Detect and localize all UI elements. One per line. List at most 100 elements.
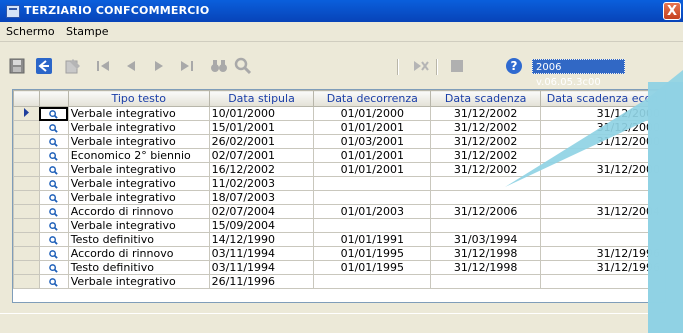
close-button[interactable]: X <box>663 2 681 20</box>
cell-data-stipula[interactable]: 15/01/2001 <box>208 120 315 135</box>
row-detail-button[interactable] <box>38 176 69 191</box>
cell-data-stipula[interactable]: 03/11/1994 <box>208 260 315 275</box>
row-detail-button[interactable] <box>38 260 69 275</box>
cell-data-decorrenza[interactable]: 01/01/1991 <box>313 232 432 247</box>
cell-data-stipula[interactable]: 15/09/2004 <box>208 218 315 233</box>
column-header-data-scadenza[interactable]: Data scadenza <box>430 90 542 107</box>
row-detail-button[interactable] <box>38 190 69 205</box>
cell-tipo-testo[interactable]: Accordo di rinnovo <box>67 204 210 219</box>
cell-data-scadenza-econ[interactable]: 31/12/2000 <box>540 120 665 135</box>
cell-data-stipula[interactable]: 14/12/1990 <box>208 232 315 247</box>
cell-data-scadenza-econ[interactable] <box>540 190 665 205</box>
table-row[interactable]: Verbale integrativo 16/12/2002 01/01/2001 3… <box>13 162 665 177</box>
row-indicator[interactable] <box>13 218 40 233</box>
cell-data-scadenza[interactable] <box>430 176 542 191</box>
cell-data-scadenza[interactable]: 31/12/2002 <box>430 162 542 177</box>
table-row[interactable]: Verbale integrativo 11/02/2003 <box>13 176 665 191</box>
table-row[interactable]: Verbale integrativo 10/01/2000 01/01/2000 3… <box>13 106 665 121</box>
cell-data-decorrenza[interactable]: 01/01/1995 <box>313 246 432 261</box>
cell-data-scadenza-econ[interactable]: 31/12/2000 <box>540 162 665 177</box>
cell-data-scadenza[interactable] <box>430 218 542 233</box>
stop-icon[interactable] <box>448 57 466 75</box>
column-header-data-stipula[interactable]: Data stipula <box>208 90 315 107</box>
cell-data-scadenza-econ[interactable] <box>540 176 665 191</box>
back-icon[interactable] <box>35 57 53 75</box>
table-row[interactable]: Verbale integrativo 15/01/2001 01/01/2001 3… <box>13 120 665 135</box>
binoculars-icon[interactable] <box>210 57 228 75</box>
cell-data-stipula[interactable]: 18/07/2003 <box>208 190 315 205</box>
cell-data-stipula[interactable]: 02/07/2001 <box>208 148 315 163</box>
cell-data-scadenza-econ[interactable]: 31/12/2004 <box>540 204 665 219</box>
next-record-icon[interactable] <box>150 57 168 75</box>
row-detail-button[interactable] <box>38 204 69 219</box>
cell-data-scadenza-econ[interactable]: 31/12/2000 <box>540 106 665 121</box>
cell-data-scadenza[interactable]: 31/12/2002 <box>430 106 542 121</box>
row-indicator[interactable] <box>13 134 40 149</box>
first-record-icon[interactable] <box>94 57 112 75</box>
cell-data-scadenza-econ[interactable] <box>540 148 665 163</box>
cell-tipo-testo[interactable]: Economico 2° biennio <box>67 148 210 163</box>
table-row[interactable]: Accordo di rinnovo 02/07/2004 01/01/2003 31… <box>13 204 665 219</box>
cell-data-scadenza[interactable]: 31/12/2002 <box>430 134 542 149</box>
cell-data-scadenza-econ[interactable] <box>540 218 665 233</box>
row-detail-button[interactable] <box>38 274 69 289</box>
row-indicator[interactable] <box>13 232 40 247</box>
cell-data-decorrenza[interactable] <box>313 176 432 191</box>
menu-item-stampe[interactable]: Stampe <box>66 25 109 38</box>
cell-data-stipula[interactable]: 26/11/1996 <box>208 274 315 289</box>
cell-data-scadenza[interactable]: 31/12/1998 <box>430 246 542 261</box>
table-row[interactable]: Testo definitivo 03/11/1994 01/01/1995 31/1… <box>13 260 665 275</box>
search-icon[interactable] <box>234 57 252 75</box>
cell-data-scadenza-econ[interactable] <box>540 232 665 247</box>
cell-data-scadenza[interactable]: 31/12/2006 <box>430 204 542 219</box>
previous-record-icon[interactable] <box>122 57 140 75</box>
row-indicator[interactable] <box>13 246 40 261</box>
cell-data-decorrenza[interactable]: 01/01/2001 <box>313 148 432 163</box>
table-row[interactable]: Verbale integrativo 26/11/1996 <box>13 274 665 289</box>
save-icon[interactable] <box>8 57 26 75</box>
row-detail-button[interactable] <box>38 148 69 163</box>
row-indicator[interactable] <box>13 190 40 205</box>
row-indicator[interactable] <box>13 120 40 135</box>
cell-tipo-testo[interactable]: Verbale integrativo <box>67 106 210 121</box>
row-indicator[interactable] <box>13 148 40 163</box>
cell-data-stipula[interactable]: 11/02/2003 <box>208 176 315 191</box>
column-header-tipo-testo[interactable]: Tipo testo <box>67 90 210 107</box>
cell-data-decorrenza[interactable]: 01/03/2001 <box>313 134 432 149</box>
cell-tipo-testo[interactable]: Verbale integrativo <box>67 218 210 233</box>
cell-tipo-testo[interactable]: Verbale integrativo <box>67 120 210 135</box>
row-detail-button[interactable] <box>38 120 69 135</box>
row-detail-button[interactable] <box>38 246 69 261</box>
cell-tipo-testo[interactable]: Accordo di rinnovo <box>67 246 210 261</box>
cell-data-scadenza-econ[interactable]: 31/12/1996 <box>540 260 665 275</box>
table-row[interactable]: Testo definitivo 14/12/1990 01/01/1991 31/0… <box>13 232 665 247</box>
cell-tipo-testo[interactable]: Testo definitivo <box>67 232 210 247</box>
records-grid[interactable]: Tipo testo Data stipula Data decorrenza … <box>12 89 666 303</box>
row-detail-button[interactable] <box>38 134 69 149</box>
table-row[interactable]: Verbale integrativo 18/07/2003 <box>13 190 665 205</box>
cell-data-stipula[interactable]: 02/07/2004 <box>208 204 315 219</box>
cell-data-scadenza[interactable]: 31/12/2002 <box>430 148 542 163</box>
cell-tipo-testo[interactable]: Verbale integrativo <box>67 274 210 289</box>
cell-data-stipula[interactable]: 10/01/2000 <box>208 106 315 121</box>
row-indicator[interactable] <box>13 176 40 191</box>
cell-data-stipula[interactable]: 03/11/1994 <box>208 246 315 261</box>
cell-data-decorrenza[interactable] <box>313 218 432 233</box>
cell-data-stipula[interactable]: 26/02/2001 <box>208 134 315 149</box>
delete-record-icon[interactable] <box>412 57 430 75</box>
row-indicator[interactable] <box>13 274 40 289</box>
cell-data-decorrenza[interactable]: 01/01/2001 <box>313 120 432 135</box>
help-icon[interactable]: ? <box>505 57 523 75</box>
table-row[interactable]: Accordo di rinnovo 03/11/1994 01/01/1995 31… <box>13 246 665 261</box>
cell-data-scadenza[interactable]: 31/12/2002 <box>430 120 542 135</box>
cell-data-scadenza[interactable] <box>430 190 542 205</box>
cell-tipo-testo[interactable]: Verbale integrativo <box>67 176 210 191</box>
cell-data-scadenza[interactable] <box>430 274 542 289</box>
cell-data-scadenza-econ[interactable]: 31/12/2000 <box>540 134 665 149</box>
row-detail-button[interactable] <box>38 106 69 121</box>
cell-data-decorrenza[interactable] <box>313 190 432 205</box>
last-record-icon[interactable] <box>178 57 196 75</box>
row-detail-button[interactable] <box>38 218 69 233</box>
cell-data-decorrenza[interactable] <box>313 274 432 289</box>
cell-data-stipula[interactable]: 16/12/2002 <box>208 162 315 177</box>
